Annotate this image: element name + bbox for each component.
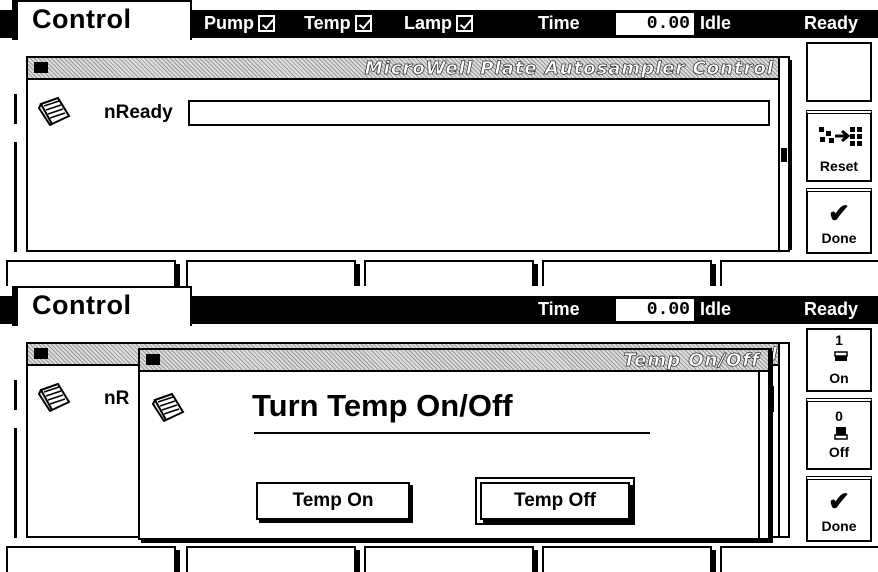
system-menu-icon[interactable] — [34, 62, 48, 73]
on-number: 1 — [835, 332, 843, 348]
window-scrollbar[interactable] — [778, 58, 788, 250]
control-tab-label: Control — [32, 290, 132, 320]
time-label: Time — [538, 13, 580, 33]
reset-button[interactable]: Reset — [806, 110, 872, 182]
blank-side-button[interactable] — [806, 42, 872, 102]
done-label: Done — [821, 518, 857, 534]
softkey-5[interactable] — [720, 260, 878, 286]
system-menu-icon[interactable] — [146, 354, 160, 365]
frame-edge — [14, 94, 17, 124]
switch-on-icon — [834, 351, 848, 361]
temp-on-side-button[interactable]: 1 On — [806, 328, 872, 392]
dialog-scrollbar[interactable] — [758, 372, 768, 538]
softkey-1[interactable] — [6, 546, 180, 572]
temp-off-side-button[interactable]: 0 Off — [806, 398, 872, 470]
notebook-icon — [38, 96, 71, 126]
softkey-4[interactable] — [542, 260, 716, 286]
softkey-3[interactable] — [364, 546, 538, 572]
screen-temp-onoff: Time 0.00 Idle Ready Control ol nR Temp … — [0, 286, 878, 572]
softkey-5[interactable] — [720, 546, 878, 572]
screen-autosampler-control: Pump Temp Lamp Time 0.00 Idle Ready Cont… — [0, 0, 878, 286]
softkey-1[interactable] — [6, 260, 180, 286]
temp-status[interactable]: Temp — [304, 13, 372, 34]
reset-icon — [819, 127, 862, 146]
checkmark-icon: ✔ — [828, 486, 850, 516]
time-label: Time — [538, 299, 580, 319]
scroll-thumb[interactable] — [781, 148, 787, 162]
lamp-checkbox-icon[interactable] — [456, 15, 474, 32]
frame-edge — [14, 142, 17, 252]
time-value: 0.00 — [616, 13, 694, 35]
dialog-title: Temp On/Off — [623, 350, 760, 372]
run-state: Idle — [700, 299, 732, 319]
temp-on-button[interactable]: Temp On — [256, 482, 410, 520]
softkey-2[interactable] — [186, 546, 360, 572]
reset-label: Reset — [819, 158, 859, 174]
notebook-icon — [38, 382, 71, 412]
off-label: Off — [828, 444, 850, 460]
temp-off-button[interactable]: Temp Off — [475, 477, 635, 525]
pump-checkbox-icon[interactable] — [258, 15, 276, 32]
control-tab-label: Control — [32, 4, 132, 34]
softkey-3[interactable] — [364, 260, 538, 286]
run-state: Idle — [700, 13, 732, 33]
dialog-heading: Turn Temp On/Off — [252, 388, 513, 423]
nready-label: nR — [104, 388, 130, 409]
system-menu-icon[interactable] — [34, 348, 48, 359]
heading-underline — [254, 432, 650, 434]
on-label: On — [829, 370, 849, 386]
control-tab[interactable]: Control — [12, 286, 192, 326]
done-button[interactable]: ✔ Done — [806, 476, 872, 542]
control-tab[interactable]: Control — [12, 0, 192, 40]
nready-field[interactable] — [188, 100, 770, 126]
autosampler-window: MicroWell Plate Autosampler Control nRea… — [26, 56, 790, 252]
off-number: 0 — [835, 408, 843, 424]
checkmark-icon: ✔ — [828, 198, 850, 228]
softkey-4[interactable] — [542, 546, 716, 572]
ready-state: Ready — [804, 299, 859, 319]
temp-dialog: Temp On/Off Turn Temp On/Off Temp On Tem… — [138, 348, 770, 540]
done-button[interactable]: ✔ Done — [806, 188, 872, 254]
notebook-icon — [152, 392, 185, 422]
done-label: Done — [821, 230, 857, 246]
softkey-2[interactable] — [186, 260, 360, 286]
ready-state: Ready — [804, 13, 859, 33]
lamp-status[interactable]: Lamp — [404, 13, 474, 34]
window-title: MicroWell Plate Autosampler Control — [364, 58, 774, 80]
switch-off-icon — [834, 427, 848, 440]
dialog-titlebar[interactable]: Temp On/Off — [140, 350, 768, 372]
window-scrollbar[interactable] — [778, 344, 788, 536]
window-titlebar[interactable]: MicroWell Plate Autosampler Control — [28, 58, 788, 80]
pump-status[interactable]: Pump — [204, 13, 276, 34]
nready-label: nReady — [104, 102, 173, 123]
temp-checkbox-icon[interactable] — [354, 15, 372, 32]
time-value: 0.00 — [616, 299, 694, 321]
